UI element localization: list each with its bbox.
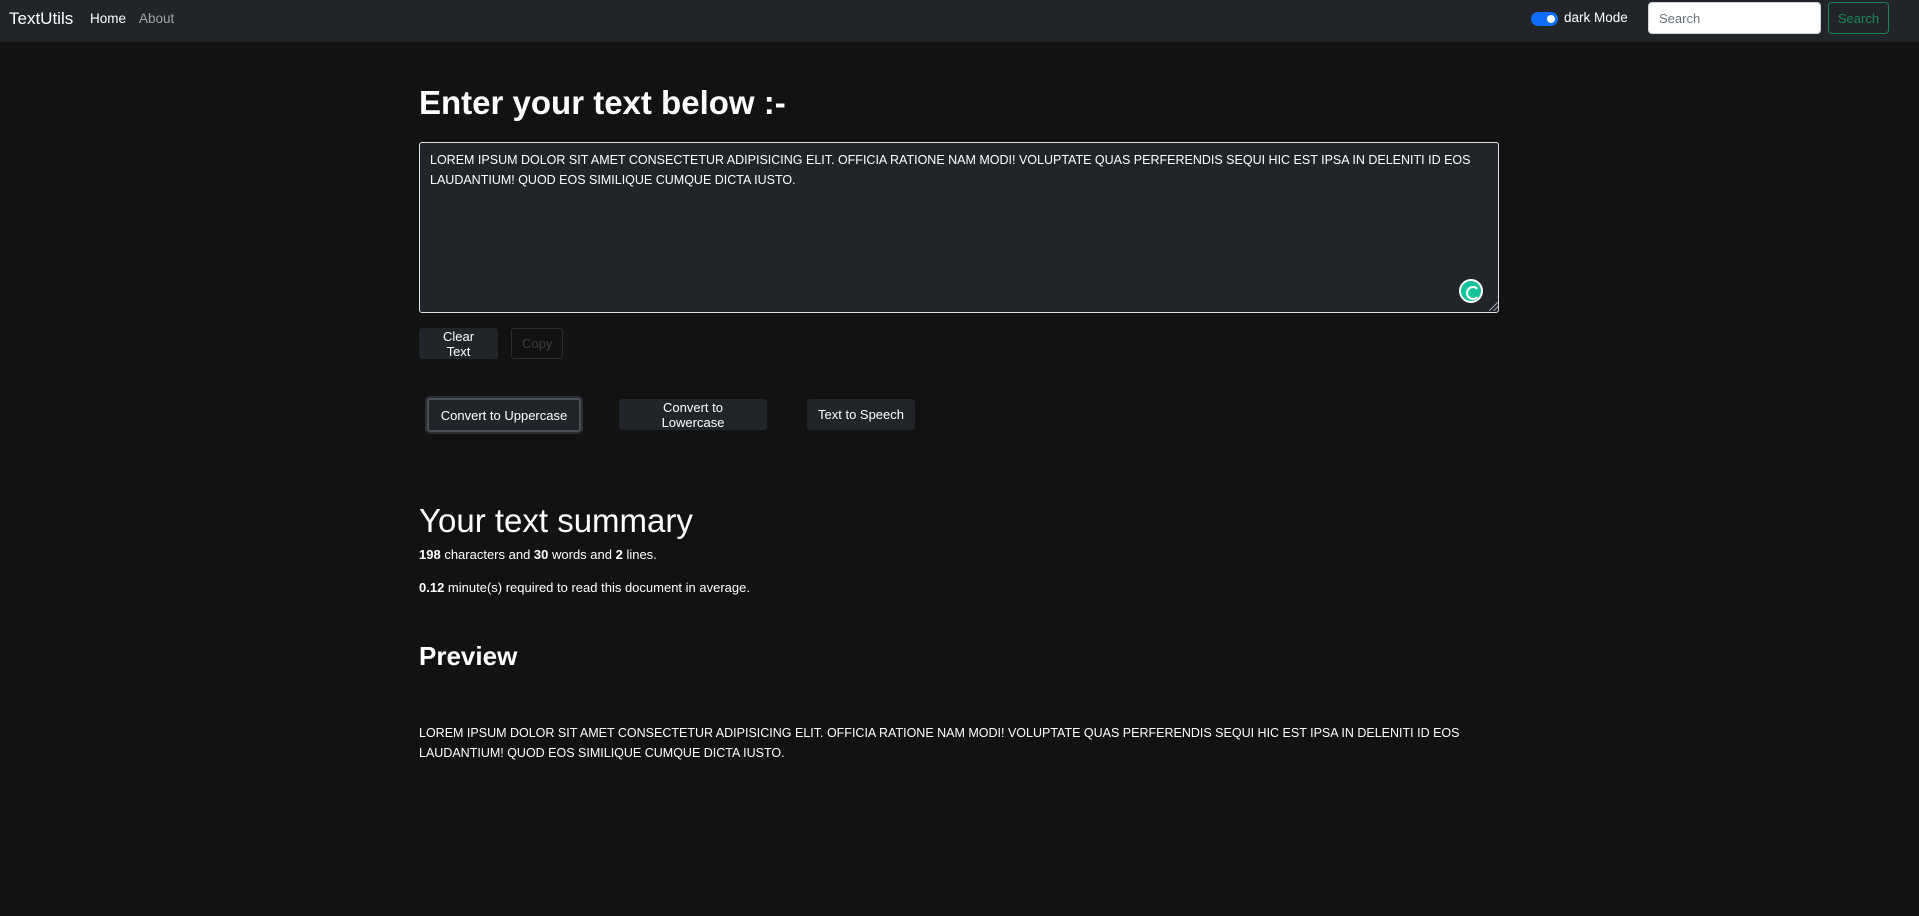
summary-counts: 198 characters and 30 words and 2 lines. xyxy=(419,547,657,562)
text-input-area[interactable]: LOREM IPSUM DOLOR SIT AMET CONSECTETUR A… xyxy=(419,142,1499,313)
words-label: words and xyxy=(548,547,616,562)
preview-text: LOREM IPSUM DOLOR SIT AMET CONSECTETUR A… xyxy=(419,725,1460,760)
dark-mode-toggle[interactable] xyxy=(1531,12,1558,26)
search-input[interactable] xyxy=(1648,2,1821,34)
reading-time: 0.12 minute(s) required to read this doc… xyxy=(419,580,750,595)
nav-link-home[interactable]: Home xyxy=(90,11,126,26)
brand-logo[interactable]: TextUtils xyxy=(9,9,73,29)
clear-text-button[interactable]: Clear Text xyxy=(419,328,498,359)
dark-mode-label: dark Mode xyxy=(1564,10,1628,25)
navbar: TextUtils Home About dark Mode Search xyxy=(0,0,1919,42)
summary-heading: Your text summary xyxy=(419,502,693,539)
grammarly-icon[interactable] xyxy=(1459,279,1483,303)
convert-uppercase-button[interactable]: Convert to Uppercase xyxy=(427,398,581,432)
word-count: 30 xyxy=(533,547,549,562)
text-to-speech-button[interactable]: Text to Speech xyxy=(807,399,915,430)
page-heading: Enter your text below :- xyxy=(419,84,786,121)
preview-heading: Preview xyxy=(419,641,518,671)
copy-button[interactable]: Copy xyxy=(511,328,563,359)
character-count: 198 xyxy=(419,547,441,562)
resize-handle-icon[interactable] xyxy=(1489,302,1498,311)
toggle-knob xyxy=(1547,15,1555,23)
convert-lowercase-button[interactable]: Convert to Lowercase xyxy=(619,399,767,430)
reading-time-label: minute(s) required to read this document… xyxy=(444,580,750,595)
nav-link-about[interactable]: About xyxy=(139,11,174,26)
search-button[interactable]: Search xyxy=(1828,2,1889,34)
line-count: 2 xyxy=(615,547,623,562)
lines-label: lines. xyxy=(622,547,657,562)
reading-minutes: 0.12 xyxy=(419,580,445,595)
characters-label: characters and xyxy=(440,547,534,562)
